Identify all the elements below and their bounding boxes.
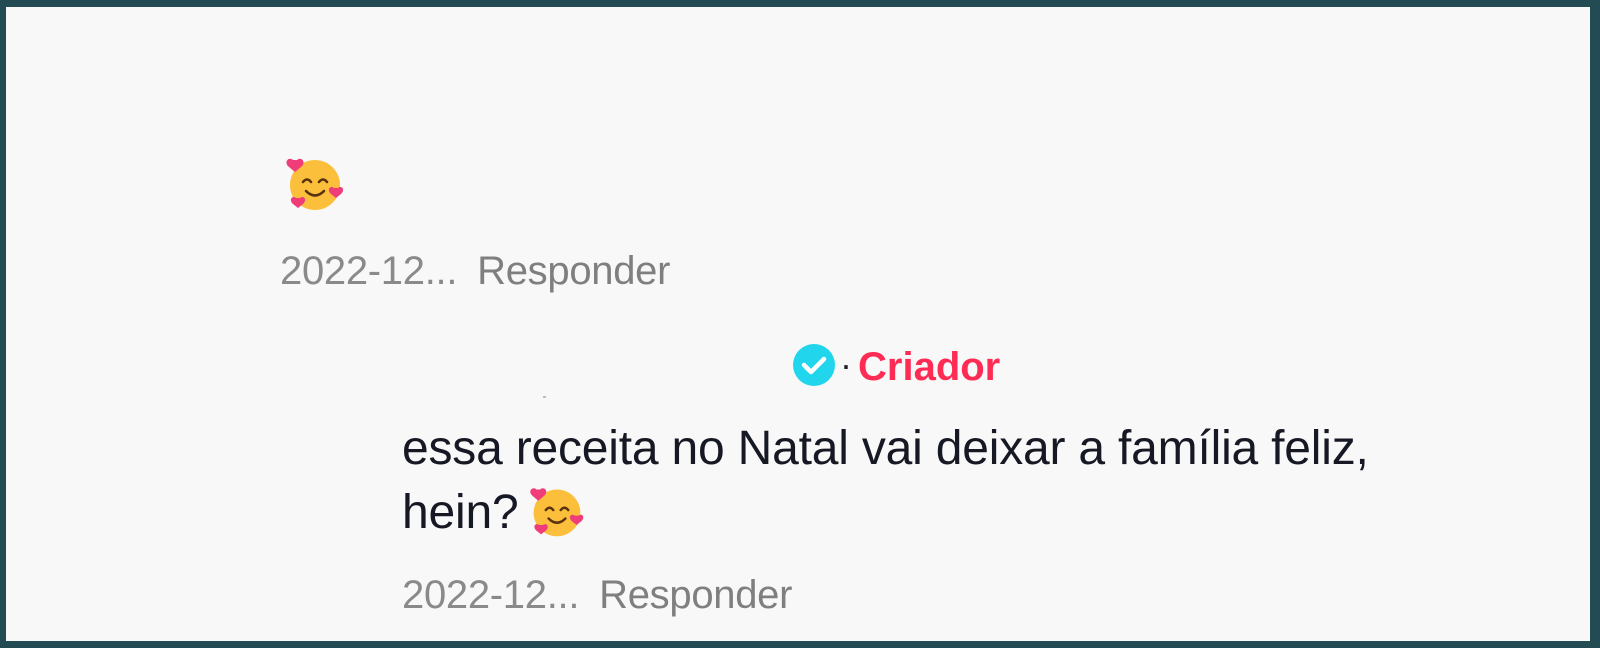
reply-date: 2022-12... xyxy=(402,573,580,617)
reply-text: essa receita no Natal vai deixar a famíl… xyxy=(402,417,1562,557)
reply-button[interactable]: Responder xyxy=(599,573,792,617)
reply-text-line1: essa receita no Natal vai deixar a famíl… xyxy=(402,422,1369,475)
creator-badge: Criador xyxy=(858,344,1001,389)
separator-dot: · xyxy=(840,344,852,385)
comments-panel: 2022-12... Responder · Criador essa recei… xyxy=(6,7,1590,641)
reply-button[interactable]: Responder xyxy=(477,249,670,293)
smiling-face-with-hearts-icon xyxy=(284,152,346,214)
reply-meta: 2022-12... Responder xyxy=(402,573,792,618)
verified-badge-icon xyxy=(792,343,836,392)
smiling-face-with-hearts-icon xyxy=(528,482,586,557)
comment-date: 2022-12... xyxy=(280,249,458,293)
comment-meta: 2022-12... Responder xyxy=(280,249,670,294)
reply-author-row: · Criador xyxy=(792,342,1000,392)
reply-text-line2: hein? xyxy=(402,486,519,539)
divider-speck xyxy=(543,396,546,398)
